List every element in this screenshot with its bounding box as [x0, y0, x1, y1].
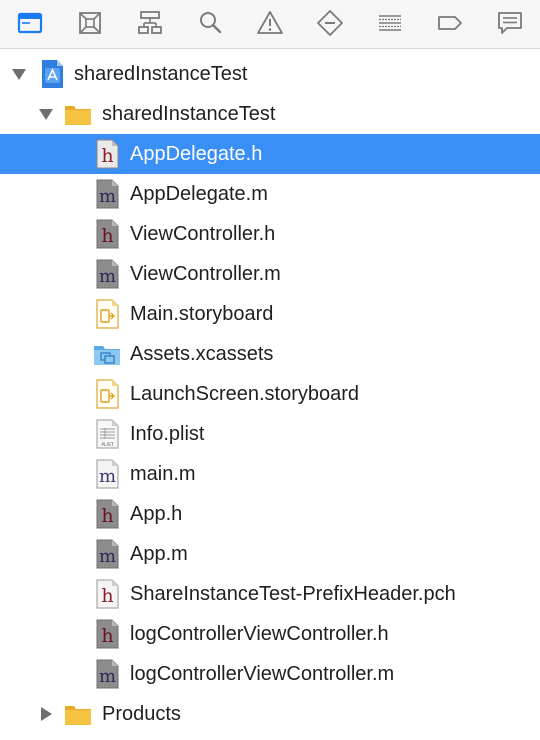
svg-text:h: h: [101, 145, 113, 167]
pch-file-icon: h: [93, 579, 121, 609]
disclosure-collapsed-icon[interactable]: [38, 706, 54, 722]
project-navigator: sharedInstanceTest sharedInstanceTest h …: [0, 0, 540, 740]
tree-row-file[interactable]: h logControllerViewController.h: [0, 614, 540, 654]
xcode-project-icon: [38, 59, 66, 89]
tree-label: AppDelegate.m: [130, 183, 268, 205]
project-navigator-button[interactable]: [12, 6, 48, 40]
tree-row-file[interactable]: LaunchScreen.storyboard: [0, 374, 540, 414]
tree-row-file[interactable]: m App.m: [0, 534, 540, 574]
folder-icon: [64, 699, 92, 729]
report-navigator-button[interactable]: [492, 6, 528, 40]
tree-label: Info.plist: [130, 423, 205, 445]
svg-text:h: h: [101, 505, 113, 527]
navigator-toolbar: [0, 0, 540, 49]
svg-text:m: m: [99, 466, 116, 487]
tree-row-file[interactable]: m logControllerViewController.m: [0, 654, 540, 694]
symbol-navigator-button[interactable]: [132, 6, 168, 40]
tree-row-file[interactable]: h ShareInstanceTest-PrefixHeader.pch: [0, 574, 540, 614]
breakpoint-navigator-button[interactable]: [432, 6, 468, 40]
tree-label: Products: [102, 703, 181, 725]
tree-label: sharedInstanceTest: [102, 103, 276, 125]
header-file-icon: h: [93, 219, 121, 249]
tree-row-file[interactable]: PLIST Info.plist: [0, 414, 540, 454]
tree-row-file[interactable]: m AppDelegate.m: [0, 174, 540, 214]
tree-label: ShareInstanceTest-PrefixHeader.pch: [130, 583, 456, 605]
storyboard-file-icon: [93, 379, 121, 409]
implementation-file-icon: m: [93, 459, 121, 489]
debug-navigator-icon: [379, 15, 401, 31]
issue-navigator-icon: [257, 11, 283, 34]
tree-label: ViewController.h: [130, 223, 276, 245]
svg-text:h: h: [101, 225, 113, 247]
tree-label: LaunchScreen.storyboard: [130, 383, 360, 405]
plist-file-icon: PLIST: [93, 419, 121, 449]
report-navigator-icon: [498, 12, 522, 34]
header-file-icon: h: [93, 499, 121, 529]
tree-row-file[interactable]: Assets.xcassets: [0, 334, 540, 374]
tree-label: App.h: [130, 503, 183, 525]
source-control-navigator-icon: [79, 12, 101, 34]
tree-row-file[interactable]: h AppDelegate.h: [0, 134, 540, 174]
tree-label: ViewController.m: [130, 263, 281, 285]
tree-row-file[interactable]: m main.m: [0, 454, 540, 494]
tree-row-group[interactable]: Products: [0, 694, 540, 734]
file-tree: sharedInstanceTest sharedInstanceTest h …: [0, 54, 540, 734]
tree-label: sharedInstanceTest: [74, 63, 248, 85]
implementation-file-icon: m: [93, 259, 121, 289]
tree-row-project[interactable]: sharedInstanceTest: [0, 54, 540, 94]
asset-catalog-icon: [93, 339, 121, 369]
find-navigator-icon: [200, 12, 222, 34]
tree-label: Main.storyboard: [130, 303, 274, 325]
implementation-file-icon: m: [93, 539, 121, 569]
plist-badge: PLIST: [101, 442, 113, 448]
tree-label: logControllerViewController.m: [130, 663, 395, 685]
svg-text:m: m: [99, 546, 116, 567]
breakpoint-navigator-icon: [438, 16, 462, 30]
tree-label: App.m: [130, 543, 188, 565]
debug-navigator-button[interactable]: [372, 6, 408, 40]
folder-icon: [64, 99, 92, 129]
header-file-icon: h: [93, 619, 121, 649]
tree-row-file[interactable]: Main.storyboard: [0, 294, 540, 334]
project-navigator-icon: [17, 12, 43, 34]
source-control-navigator-button[interactable]: [72, 6, 108, 40]
symbol-navigator-icon: [138, 11, 162, 34]
tree-label: AppDelegate.h: [130, 143, 263, 165]
find-navigator-button[interactable]: [192, 6, 228, 40]
header-file-icon: h: [93, 139, 121, 169]
svg-text:h: h: [101, 625, 113, 647]
tree-label: logControllerViewController.h: [130, 623, 389, 645]
disclosure-expanded-icon[interactable]: [38, 106, 54, 122]
svg-text:m: m: [99, 666, 116, 687]
storyboard-file-icon: [93, 299, 121, 329]
tree-label: main.m: [130, 463, 196, 485]
test-navigator-icon: [317, 10, 343, 36]
implementation-file-icon: m: [93, 659, 121, 689]
tree-label: Assets.xcassets: [130, 343, 274, 365]
issue-navigator-button[interactable]: [252, 6, 288, 40]
svg-text:m: m: [99, 266, 116, 287]
tree-row-file[interactable]: m ViewController.m: [0, 254, 540, 294]
tree-row-file[interactable]: h ViewController.h: [0, 214, 540, 254]
test-navigator-button[interactable]: [312, 6, 348, 40]
svg-text:m: m: [99, 186, 116, 207]
tree-row-file[interactable]: h App.h: [0, 494, 540, 534]
disclosure-expanded-icon[interactable]: [11, 66, 27, 82]
svg-text:h: h: [101, 585, 113, 607]
implementation-file-icon: m: [93, 179, 121, 209]
tree-row-group[interactable]: sharedInstanceTest: [0, 94, 540, 134]
